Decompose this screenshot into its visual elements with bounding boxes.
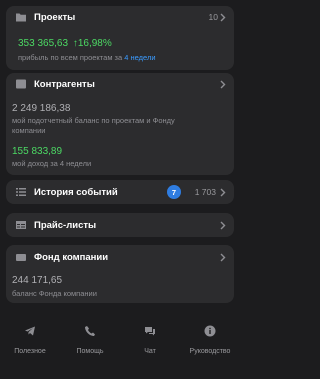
contractors-balance: 2 249 186,38 (12, 103, 71, 114)
tab-useful[interactable]: Полезное (0, 320, 60, 379)
pricelists-title: Прайс-листы (34, 219, 97, 231)
pricelists-card[interactable]: Прайс-листы (6, 213, 234, 237)
tab-label: Руководство (189, 348, 231, 355)
projects-caption: прибыль по всем проектам за (18, 53, 123, 62)
history-title: История событий (34, 186, 118, 198)
contractors-card[interactable]: Контрагенты 2 249 186,38 мой подотчетный… (6, 73, 234, 175)
chevron-right-icon (220, 6, 226, 28)
tab-help[interactable]: Помощь (60, 320, 120, 379)
chevron-right-icon (220, 73, 226, 95)
chevron-right-icon (220, 245, 226, 269)
history-count: 1 703 (194, 187, 216, 197)
table-icon (14, 218, 28, 232)
fund-amount: 244 171,65 (12, 275, 63, 286)
tab-guide[interactable]: Руководство (180, 320, 240, 379)
telegram-icon (24, 324, 36, 342)
contractors-income-caption: мой доход за 4 недели (12, 159, 92, 168)
tab-chat[interactable]: Чат (120, 320, 180, 379)
chevron-right-icon (220, 213, 226, 237)
tab-label: Полезное (14, 348, 46, 355)
projects-card[interactable]: Проекты 10 353 365,63 ↑16,98% прибыль по… (6, 6, 234, 70)
chevron-right-icon (220, 180, 226, 204)
period-link[interactable]: 4 недели (124, 53, 155, 62)
history-badge: 7 (167, 185, 181, 199)
info-icon (204, 324, 216, 342)
fund-title: Фонд компании (34, 251, 109, 263)
contractors-title: Контрагенты (34, 78, 95, 90)
bottom-tab-bar: Полезное Помощь Чат Руководство (0, 320, 240, 379)
folder-icon (14, 10, 28, 24)
history-card[interactable]: История событий 7 1 703 (6, 180, 234, 204)
phone-icon (84, 324, 96, 342)
tab-label: Помощь (76, 348, 104, 355)
contacts-icon (14, 77, 28, 91)
contractors-balance-caption: мой подотчетный баланс по проектам и Фон… (12, 116, 175, 135)
fund-card[interactable]: Фонд компании 244 171,65 баланс Фонда ко… (6, 245, 234, 303)
contractors-income: 155 833,89 (12, 146, 63, 157)
bank-icon (14, 250, 28, 264)
projects-title: Проекты (34, 11, 76, 23)
projects-change: ↑16,98% (72, 38, 112, 49)
chat-icon (144, 324, 156, 342)
tab-label: Чат (144, 348, 156, 355)
list-icon (14, 185, 28, 199)
projects-count: 10 (208, 12, 218, 22)
fund-caption: баланс Фонда компании (12, 289, 97, 298)
projects-amount: 353 365,63 (18, 38, 69, 49)
